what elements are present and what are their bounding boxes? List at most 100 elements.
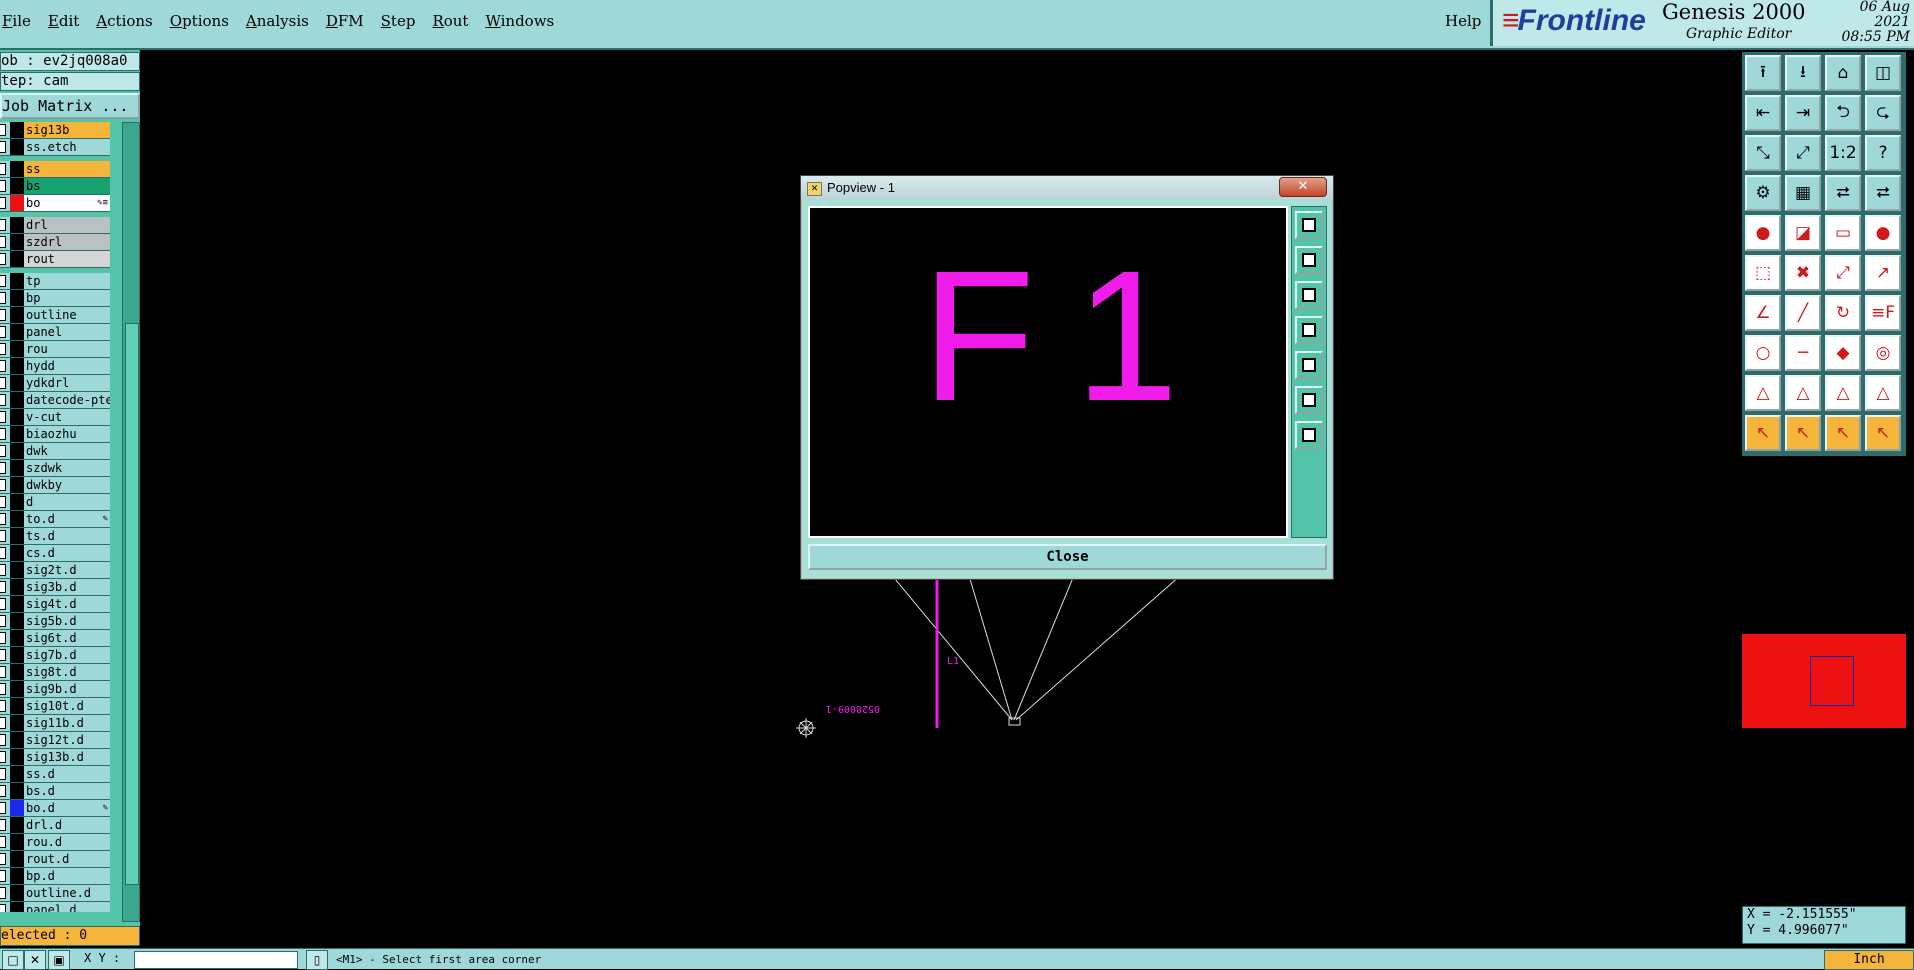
layer-color-swatch[interactable] (10, 596, 24, 612)
layer-row[interactable]: szdwk (0, 460, 110, 477)
layer-checkbox[interactable] (0, 615, 6, 627)
layer-name[interactable]: ss.etch (24, 139, 110, 155)
layer-row[interactable]: cs.d (0, 545, 110, 562)
layer-color-swatch[interactable] (10, 409, 24, 425)
layer-name[interactable]: panel.d (24, 902, 110, 912)
layer-checkbox[interactable] (0, 598, 6, 610)
layer-row[interactable]: bp.d (0, 868, 110, 885)
tool-5-1-icon[interactable]: ✖ (1785, 255, 1821, 291)
layer-checkbox[interactable] (0, 462, 6, 474)
layer-name[interactable]: drl.d (24, 817, 110, 833)
layer-name[interactable]: sig8t.d (24, 664, 110, 680)
tool-1-2-icon[interactable]: ⮌ (1825, 95, 1861, 131)
layer-row[interactable]: hydd (0, 358, 110, 375)
layer-name[interactable]: dwk (24, 443, 110, 459)
tool-7-2-icon[interactable]: ◆ (1825, 335, 1861, 371)
layer-name[interactable]: bo ✎≡ (24, 195, 110, 211)
layer-row[interactable]: sig8t.d (0, 664, 110, 681)
layer-name[interactable]: szdwk (24, 460, 110, 476)
layer-name[interactable]: hydd (24, 358, 110, 374)
layer-checkbox[interactable] (0, 887, 6, 899)
layer-name[interactable]: sig10t.d (24, 698, 110, 714)
layer-row[interactable]: sig13b.d (0, 749, 110, 766)
tool-3-3-icon[interactable]: ⮂ (1865, 175, 1901, 211)
layer-color-swatch[interactable] (10, 324, 24, 340)
layer-color-swatch[interactable] (10, 647, 24, 663)
layer-name[interactable]: ss.d (24, 766, 110, 782)
tool-0-0-icon[interactable]: ⭱ (1745, 55, 1781, 91)
layer-name[interactable]: dwkby (24, 477, 110, 493)
layer-color-swatch[interactable] (10, 341, 24, 357)
layer-row[interactable]: sig11b.d (0, 715, 110, 732)
layer-name[interactable]: rout (24, 251, 110, 267)
layer-checkbox[interactable] (0, 904, 6, 912)
layer-checkbox[interactable] (0, 853, 6, 865)
layer-color-swatch[interactable] (10, 273, 24, 289)
pan-up-icon[interactable] (1295, 246, 1323, 274)
layer-checkbox[interactable] (0, 547, 6, 559)
layer-checkbox[interactable] (0, 717, 6, 729)
layer-checkbox[interactable] (0, 479, 6, 491)
layer-row[interactable]: dwk (0, 443, 110, 460)
layer-color-swatch[interactable] (10, 732, 24, 748)
layer-checkbox[interactable] (0, 219, 6, 231)
tool-1-1-icon[interactable]: ⇥ (1785, 95, 1821, 131)
layer-name[interactable]: szdrl (24, 234, 110, 250)
status-button-2[interactable]: ✕ (24, 950, 46, 970)
tool-3-0-icon[interactable]: ⚙ (1745, 175, 1781, 211)
layer-name[interactable]: sig13b (24, 122, 110, 138)
layer-color-swatch[interactable] (10, 800, 24, 816)
layer-row[interactable]: szdrl (0, 234, 110, 251)
layer-name[interactable]: outline.d (24, 885, 110, 901)
layer-color-swatch[interactable] (10, 630, 24, 646)
layer-checkbox[interactable] (0, 163, 6, 175)
layer-name[interactable]: bs.d (24, 783, 110, 799)
zoom-in-icon[interactable] (1295, 386, 1323, 414)
layer-checkbox[interactable] (0, 649, 6, 661)
layer-checkbox[interactable] (0, 530, 6, 542)
layer-row[interactable]: sig2t.d (0, 562, 110, 579)
layer-row[interactable]: panel.d (0, 902, 110, 912)
close-button[interactable]: Close (808, 544, 1327, 570)
layer-row[interactable]: sig5b.d (0, 613, 110, 630)
layer-row[interactable]: sig9b.d (0, 681, 110, 698)
layer-row[interactable]: sig12t.d (0, 732, 110, 749)
layer-name[interactable]: bs (24, 178, 110, 194)
tool-4-0-icon[interactable]: ● (1745, 215, 1781, 251)
layer-row[interactable]: sig4t.d (0, 596, 110, 613)
layer-name[interactable]: sig2t.d (24, 562, 110, 578)
layer-checkbox[interactable] (0, 785, 6, 797)
layer-row[interactable]: bp (0, 290, 110, 307)
layer-checkbox[interactable] (0, 836, 6, 848)
layer-checkbox[interactable] (0, 666, 6, 678)
layer-row[interactable]: ts.d (0, 528, 110, 545)
menu-options[interactable]: Options (170, 12, 229, 30)
layer-color-swatch[interactable] (10, 715, 24, 731)
pan-left-icon[interactable] (1295, 316, 1323, 344)
layer-row[interactable]: drl (0, 217, 110, 234)
layer-color-swatch[interactable] (10, 783, 24, 799)
layer-row[interactable]: tp (0, 273, 110, 290)
menu-edit[interactable]: Edit (48, 12, 79, 30)
layer-color-swatch[interactable] (10, 426, 24, 442)
layer-color-swatch[interactable] (10, 375, 24, 391)
tool-5-0-icon[interactable]: ⬚ (1745, 255, 1781, 291)
layer-name[interactable]: rout.d (24, 851, 110, 867)
job-matrix-button[interactable]: Job Matrix ... (0, 93, 140, 119)
layer-color-swatch[interactable] (10, 868, 24, 884)
tool-5-3-icon[interactable]: ↗ (1865, 255, 1901, 291)
layer-checkbox[interactable] (0, 819, 6, 831)
layer-color-swatch[interactable] (10, 834, 24, 850)
layer-name[interactable]: sig6t.d (24, 630, 110, 646)
layer-row[interactable]: sig3b.d (0, 579, 110, 596)
layer-checkbox[interactable] (0, 683, 6, 695)
tool-5-2-icon[interactable]: ⤢ (1825, 255, 1861, 291)
layer-checkbox[interactable] (0, 751, 6, 763)
layer-row[interactable]: sig10t.d (0, 698, 110, 715)
layer-name[interactable]: bp.d (24, 868, 110, 884)
layer-color-swatch[interactable] (10, 851, 24, 867)
tool-9-2-icon[interactable]: ↖ (1825, 415, 1861, 451)
layer-name[interactable]: outline (24, 307, 110, 323)
tool-0-1-icon[interactable]: ⭳ (1785, 55, 1821, 91)
layer-color-swatch[interactable] (10, 195, 24, 211)
